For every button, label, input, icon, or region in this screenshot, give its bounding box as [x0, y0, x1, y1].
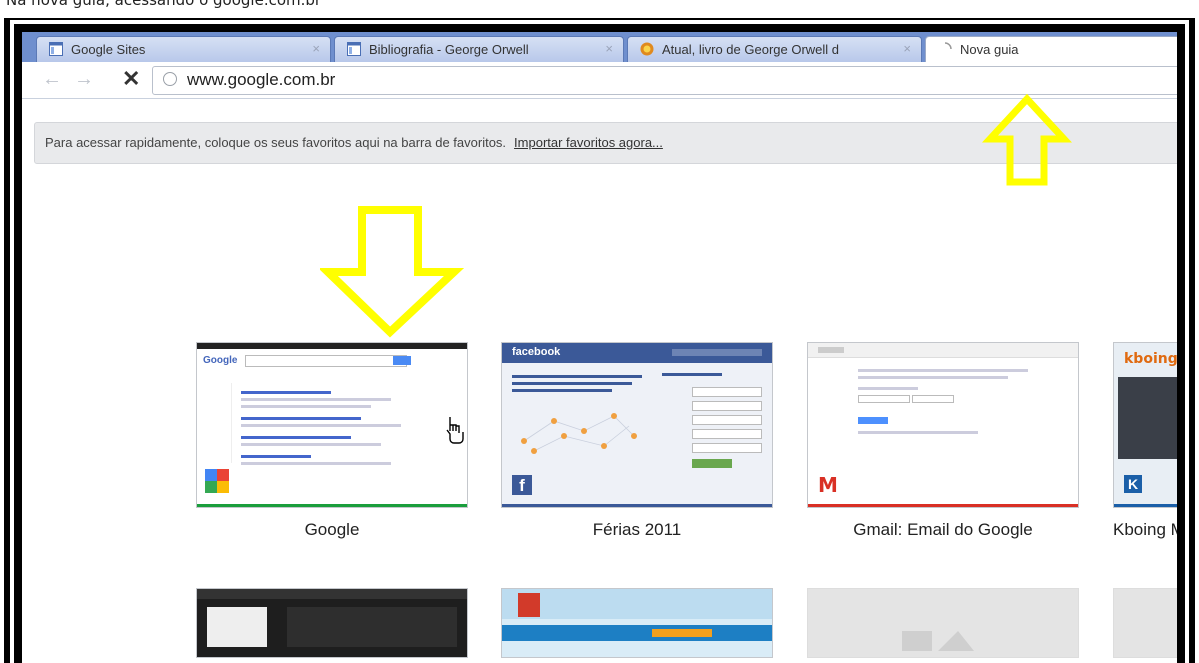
most-visited-thumb-shop[interactable]: [501, 588, 773, 658]
book-site-icon: [640, 42, 654, 56]
placeholder-graphic: [902, 631, 974, 651]
gmail-m-icon: M: [818, 473, 838, 497]
facebook-f-icon: f: [512, 475, 532, 495]
loading-spinner-icon: [944, 42, 952, 50]
back-button[interactable]: ←: [42, 68, 62, 91]
forward-button[interactable]: →: [74, 68, 94, 91]
tab-label: Bibliografia - George Orwell: [369, 42, 529, 57]
close-icon[interactable]: ×: [312, 41, 320, 56]
thumb-title-kboing[interactable]: Kboing M: [1113, 520, 1177, 540]
address-url[interactable]: www.google.com.br: [187, 70, 335, 90]
facebook-logo: facebook: [512, 346, 561, 358]
thumb-title-ferias[interactable]: Férias 2011: [501, 520, 773, 540]
tab-label: Nova guia: [960, 42, 1019, 57]
kboing-k-icon: K: [1124, 475, 1142, 493]
tab-label: Atual, livro de George Orwell d: [662, 42, 840, 57]
world-map-graphic: [521, 413, 637, 454]
tab-atual-livro[interactable]: Atual, livro de George Orwell d ×: [627, 36, 922, 62]
thumb-title-google[interactable]: Google: [196, 520, 468, 540]
globe-icon: [163, 72, 177, 86]
tab-strip: Google Sites × Bibliografia - George Orw…: [22, 32, 1177, 62]
close-icon[interactable]: ×: [903, 41, 911, 56]
most-visited-thumb-dark[interactable]: [196, 588, 468, 658]
most-visited-thumb-empty-2[interactable]: [1113, 588, 1177, 658]
google-sites-icon: [347, 42, 361, 56]
tab-label: Google Sites: [71, 42, 146, 57]
bookmarks-message: Para acessar rapidamente, coloque os seu…: [45, 135, 507, 150]
most-visited-ferias-2011[interactable]: facebook f: [501, 342, 773, 508]
video-frame: Google Sites × Bibliografia - George Orw…: [4, 18, 1195, 663]
up-arrow-annotation: [982, 94, 1072, 186]
tab-bibliografia[interactable]: Bibliografia - George Orwell ×: [334, 36, 624, 62]
google-logo: Google: [203, 355, 238, 366]
hand-cursor-icon: [446, 417, 464, 444]
stop-button[interactable]: ✕: [122, 66, 140, 92]
most-visited-kboing[interactable]: kboing K: [1113, 342, 1177, 508]
down-arrow-annotation: [320, 206, 465, 338]
most-visited-google[interactable]: Google: [196, 342, 468, 508]
close-icon[interactable]: ×: [605, 41, 613, 56]
address-bar[interactable]: www.google.com.br: [152, 66, 1177, 95]
most-visited-thumb-empty[interactable]: [807, 588, 1079, 658]
browser-window: Google Sites × Bibliografia - George Orw…: [22, 32, 1177, 663]
google-g-icon: [205, 469, 229, 493]
thumb-title-gmail[interactable]: Gmail: Email do Google: [807, 520, 1079, 540]
google-sites-icon: [49, 42, 63, 56]
close-icon[interactable]: ×: [1176, 41, 1177, 56]
import-bookmarks-link[interactable]: Importar favoritos agora...: [514, 135, 663, 150]
video-caption: Na nova guia, acessando o google.com.br: [6, 0, 322, 9]
kboing-logo: kboing: [1124, 351, 1177, 367]
tab-nova-guia[interactable]: Nova guia ×: [925, 36, 1177, 62]
most-visited-gmail[interactable]: M: [807, 342, 1079, 508]
tab-google-sites[interactable]: Google Sites ×: [36, 36, 331, 62]
